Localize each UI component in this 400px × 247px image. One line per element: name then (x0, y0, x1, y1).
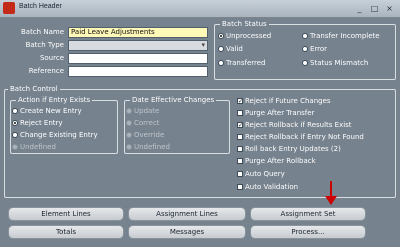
label-purge-after-rollback: Purge After Rollback (245, 157, 316, 165)
annotation-arrow-icon (325, 196, 337, 205)
label-auto-validation: Auto Validation (245, 183, 299, 191)
check-reject-rollback-if-entry-not-found[interactable] (237, 134, 243, 140)
totals-button[interactable]: Totals (8, 225, 124, 239)
window-titlebar: Batch Header _ □ × (0, 0, 400, 18)
oracle-app-icon (3, 2, 15, 14)
batch-name-label: Batch Name (21, 28, 64, 36)
action-label-change-existing-entry: Change Existing Entry (20, 131, 98, 139)
action-label-reject-entry: Reject Entry (20, 119, 63, 127)
check-purge-after-rollback[interactable] (237, 158, 243, 164)
arrowhead (325, 196, 337, 205)
date-label-override: Override (134, 131, 165, 139)
action-radio-reject-entry[interactable] (12, 120, 18, 126)
maximize-icon[interactable]: □ (369, 3, 380, 14)
batch-type-label: Batch Type (25, 41, 64, 49)
status-label-status-mismatch: Status Mismatch (310, 59, 369, 67)
check-roll-back-entry-updates[interactable] (237, 146, 243, 152)
status-radio-error[interactable] (302, 46, 308, 52)
date-label-undefined: Undefined (134, 143, 170, 151)
assignment-set-button[interactable]: Assignment Set (250, 207, 366, 221)
action-label-create-new-entry: Create New Entry (20, 107, 82, 115)
date-radio-correct (126, 120, 132, 126)
check-auto-validation[interactable] (237, 184, 243, 190)
process-button[interactable]: Process... (250, 225, 366, 239)
label-auto-query: Auto Query (245, 170, 285, 178)
window-title: Batch Header (19, 3, 62, 10)
assignment-lines-button[interactable]: Assignment Lines (128, 207, 246, 221)
status-radio-transfer-incomplete[interactable] (302, 33, 308, 39)
batch-type-select[interactable]: ▾ (68, 40, 208, 51)
source-field[interactable] (68, 53, 208, 64)
batch-status-title: Batch Status (220, 20, 269, 28)
batch-name-field[interactable]: Paid Leave Adjustments (68, 27, 208, 38)
status-radio-unprocessed[interactable] (218, 33, 224, 39)
status-label-valid: Valid (226, 45, 243, 53)
date-radio-update (126, 108, 132, 114)
chevron-down-icon: ▾ (201, 41, 205, 49)
action-radio-change-existing-entry[interactable] (12, 132, 18, 138)
date-radio-override (126, 132, 132, 138)
element-lines-button[interactable]: Element Lines (8, 207, 124, 221)
check-reject-rollback-if-results-exist[interactable]: ✓ (237, 122, 243, 129)
source-label: Source (39, 54, 64, 62)
date-label-correct: Correct (134, 119, 160, 127)
status-radio-valid[interactable] (218, 46, 224, 52)
close-icon[interactable]: × (384, 3, 395, 14)
status-label-error: Error (310, 45, 328, 53)
status-radio-transferred[interactable] (218, 60, 224, 66)
minimize-icon[interactable]: _ (354, 3, 365, 14)
check-reject-if-future-changes[interactable]: ✓ (237, 98, 243, 105)
status-label-transferred: Transferred (226, 59, 266, 67)
batch-control-title: Batch Control (8, 85, 60, 93)
reference-field[interactable] (68, 66, 208, 77)
status-radio-status-mismatch[interactable] (302, 60, 308, 66)
action-if-entry-exists-title: Action if Entry Exists (16, 96, 93, 104)
label-purge-after-transfer: Purge After Transfer (245, 109, 315, 117)
status-label-transfer-incomplete: Transfer Incomplete (310, 32, 380, 40)
check-purge-after-transfer[interactable] (237, 110, 243, 116)
date-effective-changes-title: Date Effective Changes (130, 96, 217, 104)
check-auto-query[interactable] (237, 171, 243, 177)
action-label-undefined: Undefined (20, 143, 56, 151)
label-reject-rollback-if-results-exist: Reject Rollback if Results Exist (245, 121, 352, 129)
date-label-update: Update (134, 107, 160, 115)
action-radio-undefined (12, 144, 18, 150)
action-radio-create-new-entry[interactable] (12, 108, 18, 114)
label-reject-rollback-if-entry-not-found: Reject Rollback if Entry Not Found (245, 133, 364, 141)
reference-label: Reference (28, 67, 64, 75)
label-roll-back-entry-updates: Roll back Entry Updates (2) (245, 145, 341, 153)
messages-button[interactable]: Messages (128, 225, 246, 239)
label-reject-if-future-changes: Reject if Future Changes (245, 97, 331, 105)
date-radio-undefined (126, 144, 132, 150)
status-label-unprocessed: Unprocessed (226, 32, 272, 40)
